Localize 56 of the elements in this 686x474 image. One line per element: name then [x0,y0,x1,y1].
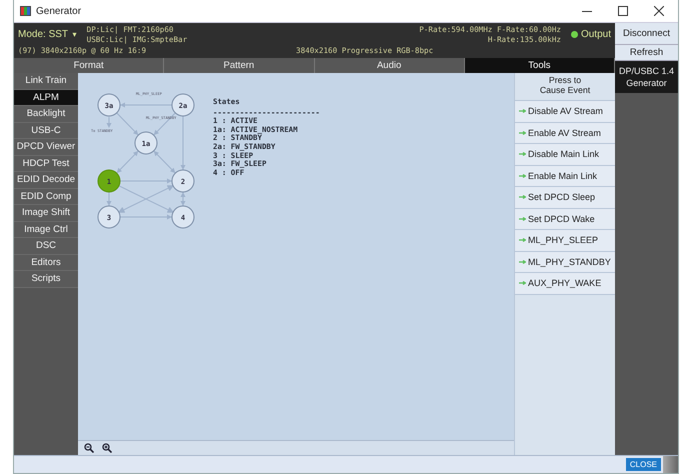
sidebar-item[interactable]: EDID Comp [14,188,78,205]
close-icon[interactable] [654,6,664,16]
transition-arrow [116,112,139,136]
transition-arrow [120,178,172,184]
arrow-icon [519,109,526,114]
sidebar-item[interactable]: Link Train [14,73,78,90]
event-button[interactable]: Set DPCD Sleep [515,187,615,208]
sidebar-item[interactable]: Image Shift [14,205,78,222]
transition-arrow [106,116,112,128]
zoom-out-icon[interactable] [84,443,94,453]
zoom-in-icon[interactable] [102,443,112,453]
arrow-icon [519,238,526,242]
transition-arrow [120,214,172,220]
sidebar-item[interactable]: Backlight [14,106,78,122]
mode-selector[interactable]: Mode: SST ▾ [18,29,77,40]
transition-arrow [153,150,176,174]
app-icon [20,6,31,16]
sidebar-item[interactable]: DPCD Viewer [14,139,78,156]
sidebar-item[interactable]: Scripts [14,271,78,288]
transition-arrow [120,102,172,108]
event-button[interactable]: AUX_PHY_WAKE [515,273,615,294]
sidebar-item[interactable]: ALPM [14,90,78,106]
window-title: Generator [36,6,82,16]
sidebar-item[interactable]: USB-C [14,122,78,139]
resize-grip-icon [663,456,678,473]
crossing-arrows [118,185,174,213]
event-button[interactable]: ML_PHY_STANDBY [515,252,615,273]
arrow-icon [519,152,526,156]
event-button[interactable]: Enable AV Stream [515,122,615,144]
close-button[interactable]: CLOSE [626,458,661,471]
arrow-icon [519,216,526,221]
output-label: Output [580,29,611,40]
arrow-icon [519,260,526,264]
tab[interactable]: Tools [464,58,615,73]
device-label: DP/USBC 1.4 Generator [615,61,678,93]
sidebar-item[interactable]: DSC [14,238,78,254]
transition-arrow [116,150,139,174]
event-button[interactable]: Set DPCD Wake [515,208,615,230]
transition-arrow [106,192,112,206]
maximize-icon[interactable] [618,6,628,16]
arrow-icon [519,195,526,200]
event-button[interactable]: Disable Main Link [515,144,615,166]
arrow-icon [519,174,526,178]
sidebar-item[interactable]: HDCP Test [14,156,78,172]
arrow-icon [519,281,526,286]
sidebar-item[interactable]: Image Ctrl [14,222,78,238]
transition-arrow [180,116,186,170]
side-button[interactable]: Disconnect [615,23,678,45]
event-button[interactable]: Enable Main Link [515,166,615,187]
transition-arrow [180,192,186,206]
side-button[interactable]: Refresh [615,45,678,61]
event-button[interactable]: Disable AV Stream [515,101,615,122]
sidebar-item[interactable]: EDID Decode [14,172,78,188]
arrow-icon [519,130,526,135]
sidebar-item[interactable]: Editors [14,254,78,271]
event-button[interactable]: ML_PHY_SLEEP [515,230,615,252]
